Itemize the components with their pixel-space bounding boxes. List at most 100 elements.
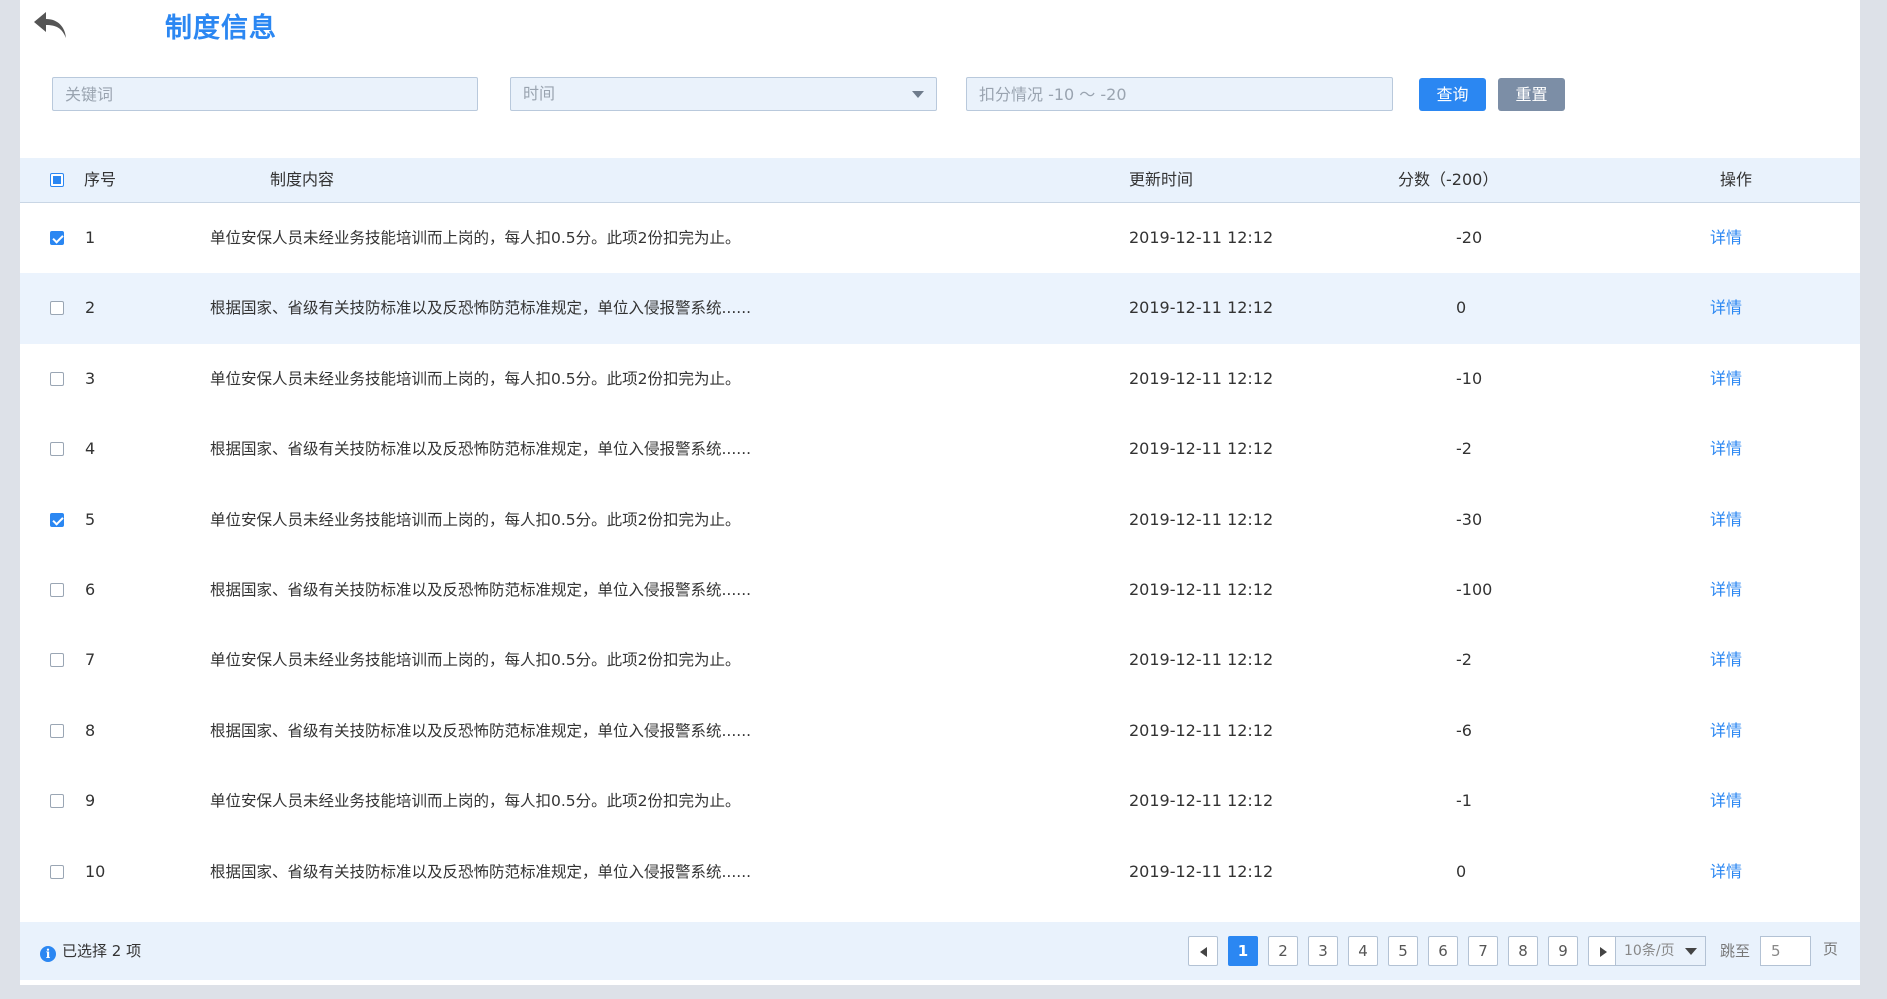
- keyword-field[interactable]: [52, 77, 478, 111]
- row-detail-link[interactable]: 详情: [1710, 273, 1742, 343]
- jump-page-input[interactable]: 5: [1760, 936, 1811, 966]
- page-button-6[interactable]: 6: [1428, 936, 1458, 966]
- row-content: 单位安保人员未经业务技能培训而上岗的，每人扣0.5分。此项2份扣完为止。: [210, 792, 741, 811]
- row-index: 4: [85, 439, 96, 459]
- row-checkbox[interactable]: [50, 653, 64, 668]
- row-update-time: 2019-12-11 12:12: [1129, 368, 1274, 388]
- row-score: -2: [1456, 650, 1472, 670]
- row-score: 0: [1456, 298, 1467, 318]
- row-detail-link[interactable]: 详情: [1710, 625, 1742, 695]
- row-detail-link[interactable]: 详情: [1710, 203, 1742, 273]
- row-score: -100: [1456, 579, 1493, 599]
- row-score: 0: [1456, 861, 1467, 881]
- row-update-time: 2019-12-11 12:12: [1129, 650, 1274, 670]
- row-checkbox[interactable]: [50, 231, 64, 245]
- table-row[interactable]: 1 单位安保人员未经业务技能培训而上岗的，每人扣0.5分。此项2份扣完为止。 201…: [20, 203, 1860, 273]
- row-score: -20: [1456, 228, 1483, 247]
- row-score: -1: [1456, 791, 1472, 811]
- jump-unit: 页: [1823, 940, 1839, 958]
- query-button[interactable]: 查询: [1419, 78, 1486, 111]
- row-checkbox[interactable]: [50, 301, 64, 316]
- row-score: -30: [1456, 509, 1483, 529]
- undo-arrow-icon: [34, 12, 66, 38]
- row-detail-link[interactable]: 详情: [1710, 766, 1742, 836]
- deduct-range-field[interactable]: [966, 77, 1393, 111]
- info-icon: i: [40, 946, 56, 962]
- row-index: 6: [85, 579, 96, 599]
- table-row[interactable]: 9 单位安保人员未经业务技能培训而上岗的，每人扣0.5分。此项2份扣完为止。 201…: [20, 766, 1860, 836]
- page-size-select[interactable]: 10条/页: [1615, 936, 1706, 966]
- row-index: 1: [85, 228, 96, 247]
- row-update-time: 2019-12-11 12:12: [1129, 579, 1274, 599]
- table-header: 序号 制度内容 更新时间 分数（-200） 操作: [20, 158, 1860, 203]
- row-checkbox[interactable]: [50, 371, 64, 386]
- row-checkbox[interactable]: [50, 723, 64, 738]
- row-checkbox[interactable]: [50, 864, 64, 879]
- row-detail-link[interactable]: 详情: [1710, 414, 1742, 484]
- row-score: -6: [1456, 720, 1472, 740]
- page-button-5[interactable]: 5: [1388, 936, 1418, 966]
- row-detail-link[interactable]: 详情: [1710, 485, 1742, 555]
- page-button-9[interactable]: 9: [1548, 936, 1578, 966]
- caret-left-icon: [1199, 946, 1207, 957]
- row-update-time: 2019-12-11 12:12: [1129, 439, 1274, 459]
- row-detail-link[interactable]: 详情: [1710, 696, 1742, 766]
- table-row[interactable]: 7 单位安保人员未经业务技能培训而上岗的，每人扣0.5分。此项2份扣完为止。 201…: [20, 625, 1860, 695]
- page-button-1[interactable]: 1: [1228, 936, 1258, 966]
- table-row[interactable]: 5 单位安保人员未经业务技能培训而上岗的，每人扣0.5分。此项2份扣完为止。 201…: [20, 485, 1860, 555]
- row-detail-link[interactable]: 详情: [1710, 837, 1742, 907]
- page-button-8[interactable]: 8: [1508, 936, 1538, 966]
- row-update-time: 2019-12-11 12:12: [1129, 509, 1274, 529]
- row-score: -10: [1456, 368, 1483, 388]
- page-button-3[interactable]: 3: [1308, 936, 1338, 966]
- row-checkbox[interactable]: [50, 512, 64, 527]
- row-content: 根据国家、省级有关技防标准以及反恐怖防范标准规定，单位入侵报警系统......: [210, 862, 752, 881]
- chevron-down-icon: [912, 91, 924, 98]
- page-button-2[interactable]: 2: [1268, 936, 1298, 966]
- row-index: 5: [85, 509, 96, 529]
- header-score: 分数（-200）: [1398, 170, 1499, 189]
- row-update-time: 2019-12-11 12:12: [1129, 791, 1274, 811]
- row-update-time: 2019-12-11 12:12: [1129, 298, 1274, 318]
- row-checkbox[interactable]: [50, 582, 64, 597]
- row-content: 单位安保人员未经业务技能培训而上岗的，每人扣0.5分。此项2份扣完为止。: [210, 229, 741, 247]
- table-row[interactable]: 4 根据国家、省级有关技防标准以及反恐怖防范标准规定，单位入侵报警系统......…: [20, 414, 1860, 484]
- jump-label: 跳至: [1720, 942, 1751, 960]
- page-button-7[interactable]: 7: [1468, 936, 1498, 966]
- chevron-down-icon: [1685, 948, 1697, 955]
- back-button[interactable]: [32, 8, 72, 44]
- row-content: 根据国家、省级有关技防标准以及反恐怖防范标准规定，单位入侵报警系统......: [210, 299, 752, 318]
- table-row[interactable]: 8 根据国家、省级有关技防标准以及反恐怖防范标准规定，单位入侵报警系统......…: [20, 696, 1860, 766]
- row-content: 单位安保人员未经业务技能培训而上岗的，每人扣0.5分。此项2份扣完为止。: [210, 510, 741, 529]
- row-index: 9: [85, 791, 96, 811]
- main-panel: 制度信息 时间 查询 重置 序号 制度内容 更新时间 分数（-200） 操作 1…: [20, 0, 1860, 985]
- page-size-value: 10条/页: [1624, 943, 1675, 959]
- select-all-checkbox[interactable]: [50, 173, 64, 187]
- row-checkbox[interactable]: [50, 794, 64, 809]
- table-body: 1 单位安保人员未经业务技能培训而上岗的，每人扣0.5分。此项2份扣完为止。 201…: [20, 203, 1860, 907]
- time-select[interactable]: 时间: [510, 77, 937, 111]
- deduct-range-input[interactable]: [979, 78, 1380, 110]
- row-detail-link[interactable]: 详情: [1710, 344, 1742, 414]
- row-content: 根据国家、省级有关技防标准以及反恐怖防范标准规定，单位入侵报警系统......: [210, 440, 752, 459]
- row-content: 根据国家、省级有关技防标准以及反恐怖防范标准规定，单位入侵报警系统......: [210, 721, 752, 740]
- table-row[interactable]: 3 单位安保人员未经业务技能培训而上岗的，每人扣0.5分。此项2份扣完为止。 201…: [20, 344, 1860, 414]
- row-score: -2: [1456, 439, 1472, 459]
- reset-button[interactable]: 重置: [1498, 78, 1565, 111]
- header-content: 制度内容: [270, 170, 335, 189]
- header-index: 序号: [84, 170, 117, 189]
- page-title: 制度信息: [165, 13, 277, 44]
- row-index: 2: [85, 298, 96, 318]
- row-content: 根据国家、省级有关技防标准以及反恐怖防范标准规定，单位入侵报警系统......: [210, 580, 752, 599]
- prev-page-button[interactable]: [1188, 936, 1218, 966]
- table-row[interactable]: 2 根据国家、省级有关技防标准以及反恐怖防范标准规定，单位入侵报警系统......…: [20, 273, 1860, 344]
- table-row[interactable]: 10 根据国家、省级有关技防标准以及反恐怖防范标准规定，单位入侵报警系统.....…: [20, 837, 1860, 907]
- keyword-input[interactable]: [65, 78, 465, 110]
- row-update-time: 2019-12-11 12:12: [1129, 228, 1274, 247]
- table-row[interactable]: 6 根据国家、省级有关技防标准以及反恐怖防范标准规定，单位入侵报警系统......…: [20, 555, 1860, 625]
- next-page-button[interactable]: [1588, 936, 1618, 966]
- selected-count-text: 已选择 2 项: [62, 942, 142, 960]
- row-checkbox[interactable]: [50, 442, 64, 457]
- page-button-4[interactable]: 4: [1348, 936, 1378, 966]
- row-detail-link[interactable]: 详情: [1710, 555, 1742, 625]
